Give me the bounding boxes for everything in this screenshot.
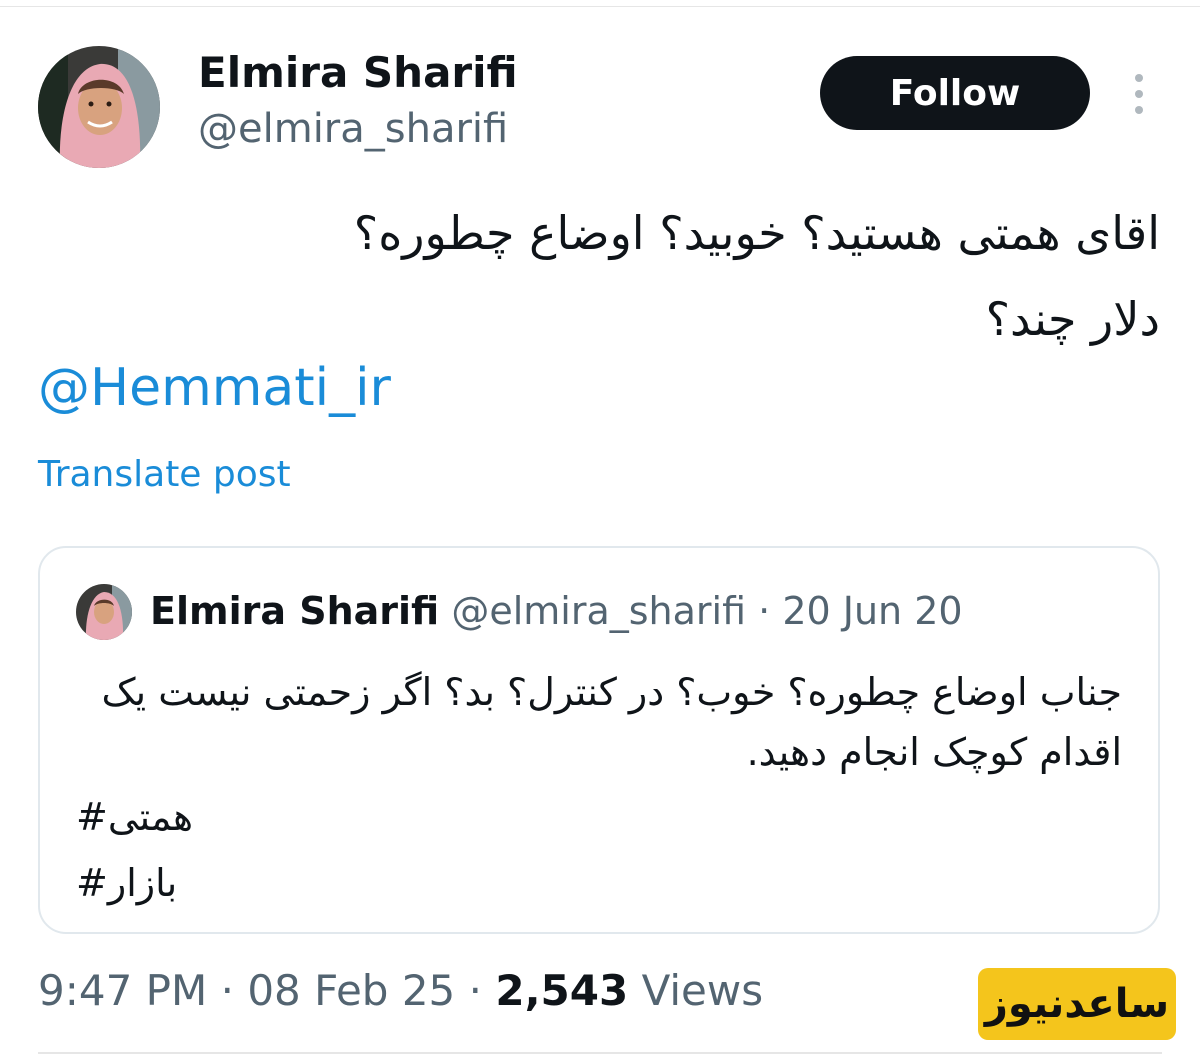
bottom-divider — [38, 1052, 1162, 1054]
tweet-time[interactable]: 9:47 PM — [38, 966, 207, 1015]
quoted-line: جناب اوضاع چطوره؟ خوب؟ در کنترل؟ بد؟ اگر… — [101, 670, 1122, 714]
meta-separator: · — [468, 966, 482, 1015]
quoted-handle[interactable]: @elmira_sharifi — [451, 589, 746, 633]
follow-button[interactable]: Follow — [820, 56, 1090, 130]
hashtag-link[interactable]: #همتی — [76, 784, 193, 850]
quoted-separator: · — [758, 589, 771, 633]
tweet-line: دلار چند؟ — [985, 292, 1160, 346]
author-handle[interactable]: @elmira_sharifi — [198, 104, 508, 154]
views-label: Views — [641, 966, 764, 1015]
tweet-text: اقای همتی هستید؟ خوبید؟ اوضاع چطوره؟ دلا… — [40, 190, 1160, 362]
watermark-logo: ساعدنیوز — [978, 968, 1176, 1040]
quoted-date[interactable]: 20 Jun 20 — [782, 589, 962, 633]
quoted-line: اقدام کوچک انجام دهید. — [746, 730, 1122, 774]
author-display-name[interactable]: Elmira Sharifi — [198, 48, 518, 98]
tweet-line: اقای همتی هستید؟ خوبید؟ اوضاع چطوره؟ — [353, 206, 1160, 260]
vertical-ellipsis-icon[interactable] — [1124, 70, 1154, 118]
quoted-hashtags: #همتی #بازار — [76, 784, 193, 916]
views-count: 2,543 — [495, 966, 629, 1015]
translate-post-link[interactable]: Translate post — [38, 452, 291, 498]
quoted-header: Elmira Sharifi @elmira_sharifi · 20 Jun … — [150, 586, 963, 636]
mention-link[interactable]: @Hemmati_ir — [38, 356, 391, 420]
quoted-author-avatar[interactable] — [76, 584, 132, 640]
tweet-meta: 9:47 PM · 08 Feb 25 · 2,543 Views — [38, 964, 763, 1018]
author-avatar[interactable] — [38, 46, 160, 168]
hashtag-link[interactable]: #بازار — [76, 850, 193, 916]
quoted-display-name[interactable]: Elmira Sharifi — [150, 589, 439, 633]
meta-separator: · — [220, 966, 234, 1015]
top-divider — [0, 6, 1200, 7]
quoted-tweet-card[interactable]: Elmira Sharifi @elmira_sharifi · 20 Jun … — [38, 546, 1160, 934]
quoted-text: جناب اوضاع چطوره؟ خوب؟ در کنترل؟ بد؟ اگر… — [62, 662, 1122, 782]
tweet-date[interactable]: 08 Feb 25 — [247, 966, 455, 1015]
